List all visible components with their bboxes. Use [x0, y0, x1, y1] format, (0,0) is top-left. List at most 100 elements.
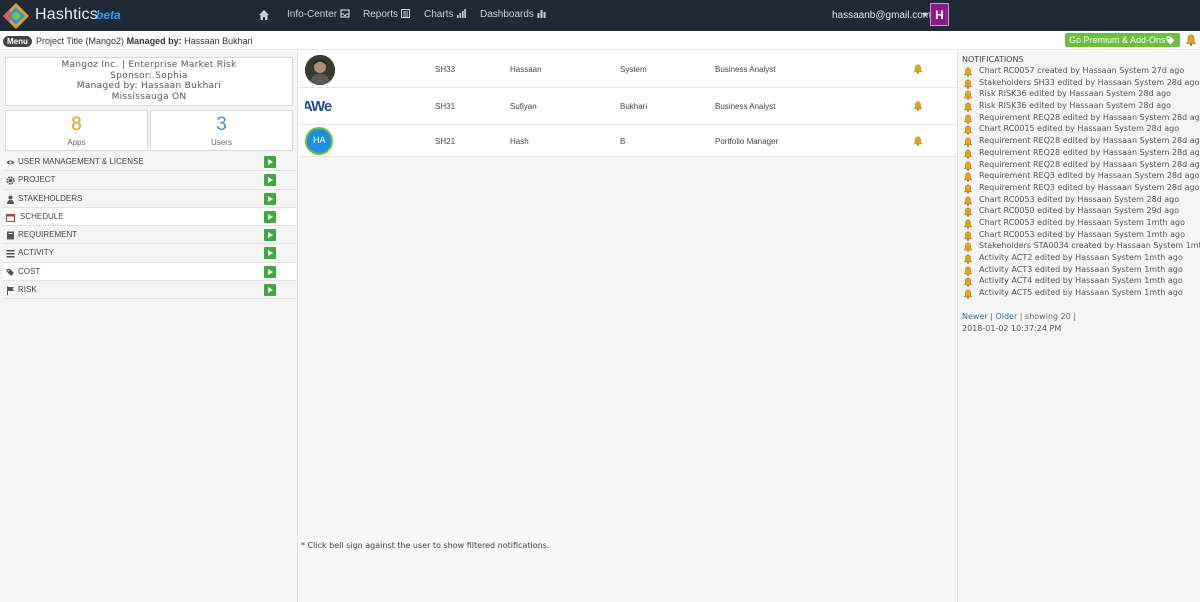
go-arrow-button[interactable]: [264, 229, 276, 242]
calendar-icon: [6, 213, 15, 222]
notification-text: Activity ACT2 edited by Hassaan System 1…: [979, 253, 1183, 262]
notification-item[interactable]: Requirement REQ28 edited by Hassaan Syst…: [962, 147, 1200, 159]
user-email-dropdown[interactable]: hassaanb@gmail.com: [832, 10, 931, 21]
bell-icon[interactable]: [913, 101, 923, 111]
older-link[interactable]: Older: [995, 312, 1017, 321]
notification-item[interactable]: Chart RC0057 created by Hassaan System 2…: [962, 65, 1198, 77]
book-icon: [7, 231, 14, 240]
notification-item[interactable]: Requirement REQ28 edited by Hassaan Syst…: [962, 159, 1200, 171]
nav-info-center[interactable]: Info-Center: [287, 9, 350, 20]
user-row[interactable]: HA SH21 Hash B Portfolio Manager: [299, 125, 957, 157]
tag-icon: [1166, 36, 1175, 45]
notifications-list: Chart RC0057 created by Hassaan System 2…: [962, 65, 1200, 299]
apps-stat[interactable]: 8 Apps: [5, 110, 148, 151]
bell-icon[interactable]: [913, 64, 923, 74]
go-arrow-button[interactable]: [264, 174, 276, 187]
notification-text: Requirement REQ28 edited by Hassaan Syst…: [979, 147, 1200, 157]
notification-text: Chart RC0053 edited by Hassaan System 1m…: [979, 229, 1185, 239]
notification-text: Requirement REQ28 edited by Hassaan Syst…: [979, 112, 1200, 122]
project-title: Project Title (Mango2) Managed by: Hassa…: [36, 36, 253, 46]
menu-schedule[interactable]: SCHEDULE: [3, 207, 296, 227]
menu-cost-label: COST: [18, 266, 41, 276]
notification-item[interactable]: Risk RISK36 edited by Hassaan System 28d…: [962, 88, 1198, 101]
bar-chart-icon: [457, 9, 467, 18]
menu-risk[interactable]: RISK: [3, 281, 296, 300]
avatar-logo-text: AWe: [305, 98, 332, 115]
bell-icon: [963, 102, 973, 112]
menu-activity[interactable]: ACTIVITY: [3, 244, 296, 263]
notification-item[interactable]: Chart RC0050 edited by Hassaan System 29…: [962, 205, 1198, 218]
user-role: Portfolio Manager: [715, 137, 779, 146]
notifications-panel: NOTIFICATIONS Chart RC0057 created by Ha…: [957, 51, 1200, 602]
notification-item[interactable]: Activity ACT5 edited by Hassaan System 1…: [962, 287, 1198, 299]
notification-item[interactable]: Stakeholders SH33 edited by Hassaan Syst…: [962, 77, 1199, 89]
notification-item[interactable]: Requirement REQ28 edited by Hassaan Syst…: [962, 135, 1200, 147]
notification-item[interactable]: Chart RC0053 edited by Hassaan System 1m…: [962, 217, 1198, 229]
notification-text: Stakeholders STA0034 created by Hassaan …: [979, 241, 1200, 251]
notification-text: Requirement REQ3 edited by Hassaan Syste…: [979, 182, 1200, 192]
bell-footnote: * Click bell sign against the user to sh…: [301, 541, 550, 550]
notification-item[interactable]: Risk RISK36 edited by Hassaan System 28d…: [962, 100, 1198, 112]
user-id: SH33: [435, 65, 456, 74]
go-arrow-button[interactable]: [264, 284, 276, 297]
notification-item[interactable]: Stakeholders STA0034 created by Hassaan …: [962, 240, 1200, 253]
project-info-card: Mangoz Inc. | Enterprise Market Risk Spo…: [5, 57, 293, 106]
notification-item[interactable]: Activity ACT3 edited by Hassaan System 1…: [962, 264, 1198, 276]
go-arrow-button[interactable]: [264, 265, 276, 278]
notification-item[interactable]: Chart RC0053 edited by Hassaan System 28…: [962, 194, 1198, 206]
go-arrow-button[interactable]: [264, 210, 276, 223]
user-avatar[interactable]: H: [930, 3, 949, 26]
bell-icon[interactable]: [1185, 34, 1197, 46]
notification-item[interactable]: Requirement REQ3 edited by Hassaan Syste…: [962, 170, 1200, 183]
list-icon: [6, 250, 15, 258]
notification-text: Chart RC0053 edited by Hassaan System 28…: [979, 194, 1180, 204]
side-menu: USER MANAGEMENT & LICENSE PROJECT STAKEH…: [3, 153, 296, 300]
nav-dashboards[interactable]: Dashboards: [480, 9, 546, 20]
go-premium-label: Go Premium & Add-Ons: [1069, 35, 1166, 45]
go-arrow-button[interactable]: [264, 192, 276, 205]
bell-icon: [963, 137, 973, 147]
project-bar: Menu Project Title (Mango2) Managed by: …: [0, 31, 1200, 50]
managed-by-label: Managed by:: [126, 36, 182, 46]
users-stat[interactable]: 3 Users: [150, 110, 293, 151]
inbox-icon: [340, 9, 350, 18]
notification-item[interactable]: Activity ACT4 edited by Hassaan System 1…: [962, 275, 1198, 288]
menu-cost[interactable]: COST: [3, 262, 296, 282]
bell-icon: [963, 90, 973, 101]
brand-name[interactable]: Hashtics: [35, 6, 98, 24]
newer-link[interactable]: Newer: [962, 312, 988, 321]
nav-charts[interactable]: Charts: [424, 9, 467, 20]
nav-reports[interactable]: Reports: [363, 9, 411, 20]
go-arrow-button[interactable]: [264, 247, 276, 260]
go-arrow-button[interactable]: [264, 156, 276, 168]
notification-text: Chart RC0050 edited by Hassaan System 29…: [979, 206, 1180, 216]
notification-item[interactable]: Chart RC0015 edited by Hassaan System 28…: [962, 123, 1198, 136]
notifications-timestamp: 2018-01-02 10:37:24 PM: [962, 324, 1062, 333]
left-panel: Mangoz Inc. | Enterprise Market Risk Spo…: [0, 51, 298, 602]
menu-project[interactable]: PROJECT: [3, 171, 296, 190]
user-row[interactable]: SH33 Hassaan System Business Analyst: [299, 51, 957, 88]
notification-text: Risk RISK36 edited by Hassaan System 28d…: [979, 101, 1172, 111]
notification-item[interactable]: Requirement REQ28 edited by Hassaan Syst…: [962, 112, 1200, 124]
menu-requirement[interactable]: REQUIREMENT: [3, 226, 296, 245]
bell-icon[interactable]: [913, 136, 923, 146]
user-first-name: Sufiyan: [510, 102, 537, 111]
user-row[interactable]: AWe SH31 Sufiyan Bukhari Business Analys…: [299, 88, 957, 125]
menu-stakeholders[interactable]: STAKEHOLDERS: [3, 189, 296, 208]
chevron-down-icon[interactable]: [922, 13, 928, 17]
hashtics-logo[interactable]: [2, 2, 30, 30]
notification-item[interactable]: Requirement REQ3 edited by Hassaan Syste…: [962, 182, 1200, 194]
menu-user-management-label: USER MANAGEMENT & LICENSE: [18, 157, 144, 166]
bell-icon: [963, 126, 973, 136]
go-premium-button[interactable]: Go Premium & Add-Ons: [1065, 33, 1180, 47]
home-icon[interactable]: [258, 9, 270, 21]
avatar-initials: HA: [313, 135, 326, 145]
menu-user-management[interactable]: USER MANAGEMENT & LICENSE: [3, 153, 296, 172]
company-line: Mangoz Inc. | Enterprise Market Risk: [61, 60, 237, 70]
users-panel-empty-area: [299, 157, 957, 602]
sponsor-line: Sponsor: Sophia: [110, 70, 188, 81]
users-label: Users: [211, 138, 232, 147]
menu-button[interactable]: Menu: [3, 36, 32, 47]
notification-item[interactable]: Activity ACT2 edited by Hassaan System 1…: [962, 252, 1198, 264]
notification-item[interactable]: Chart RC0053 edited by Hassaan System 1m…: [962, 229, 1198, 241]
